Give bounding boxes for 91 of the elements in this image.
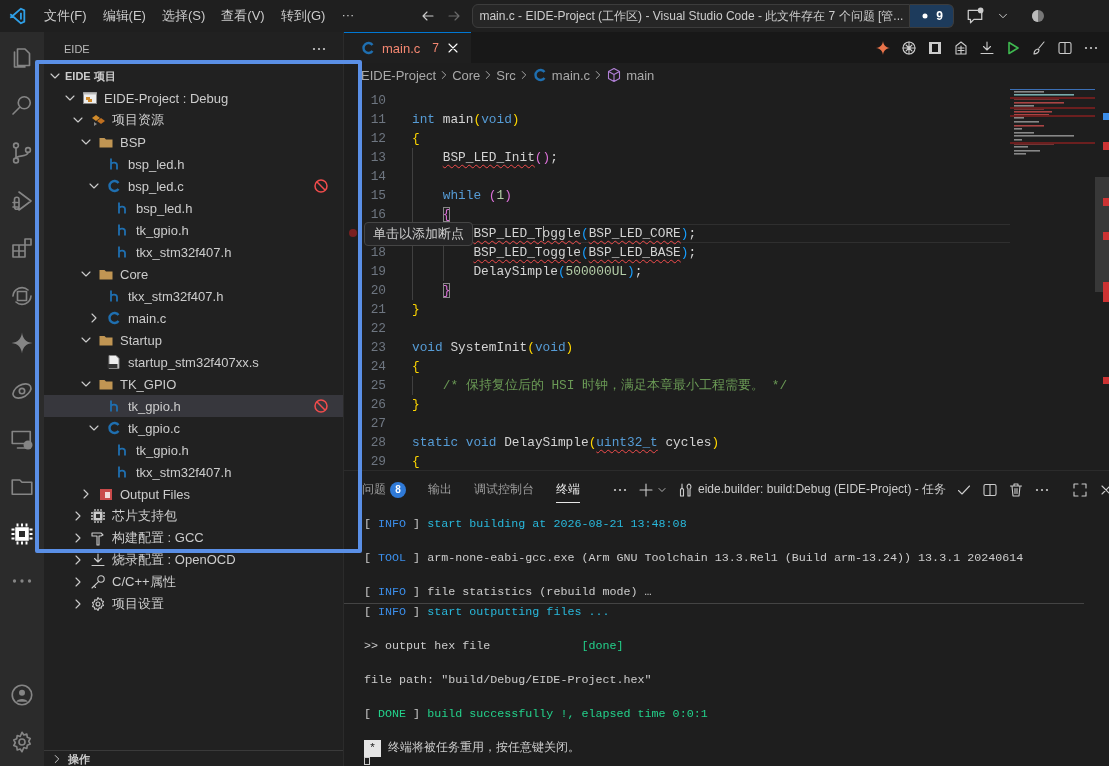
menu-item[interactable]: 编辑(E) xyxy=(94,5,154,27)
tree-item[interactable]: 项目资源 xyxy=(44,109,343,131)
menu-item[interactable]: 转到(G) xyxy=(272,5,334,27)
code-line: } xyxy=(412,396,420,414)
line-number: 10 xyxy=(369,93,386,108)
line-number: 26 xyxy=(369,397,386,412)
menu-item[interactable]: 文件(F) xyxy=(36,5,95,27)
problems-badge[interactable]: 9 xyxy=(910,4,954,28)
breadcrumb-item[interactable]: main.c xyxy=(531,67,591,83)
section-header[interactable]: 操作 xyxy=(44,750,343,766)
breadcrumb-item[interactable]: Src xyxy=(496,67,516,83)
code-line: } xyxy=(412,301,420,319)
line-number: 18 xyxy=(369,245,386,260)
breadcrumb-item[interactable]: EIDE-Project xyxy=(361,67,437,83)
code-line: while (1) xyxy=(412,186,512,205)
tree-item[interactable]: tkx_stm32f407.h xyxy=(44,241,343,263)
line-number: 28 xyxy=(369,435,386,450)
line-number: 20 xyxy=(369,283,386,298)
panel-tab[interactable]: 终端 xyxy=(556,476,580,503)
line-number: 16 xyxy=(369,207,386,222)
code-line: DelaySimple(500000UL); xyxy=(412,262,643,281)
terminal-line: [ INFO ] start building at 2026-08-21 13:48:08 xyxy=(364,516,687,533)
count-badge: 8 xyxy=(390,481,406,498)
line-number: 22 xyxy=(369,321,386,336)
menu-item[interactable]: ··· xyxy=(333,5,363,27)
line-number: 27 xyxy=(369,416,386,431)
tree-item[interactable]: main.c xyxy=(44,307,343,329)
panel-tab[interactable]: 输出 xyxy=(428,477,452,502)
line-number: 24 xyxy=(369,359,386,374)
terminal-line: [ INFO ] start outputting files ... xyxy=(364,604,610,621)
tree-item[interactable]: Core xyxy=(44,263,343,285)
tree-item[interactable]: TK_GPIO xyxy=(44,373,343,395)
tree-item[interactable]: 项目设置 xyxy=(44,593,343,615)
line-number: 25 xyxy=(369,378,386,393)
sidebar-title: EIDE xyxy=(64,42,90,55)
terminal-line: [ INFO ] file statistics (rebuild mode) … xyxy=(364,584,652,601)
line-number: 12 xyxy=(369,131,386,146)
code-line: void SystemInit(void) xyxy=(412,339,574,357)
line-number: 19 xyxy=(369,264,386,279)
command-center[interactable]: main.c - EIDE-Project (工作区) - Visual Studio Code - 此文件存在 7 个问题 [管... xyxy=(472,4,911,28)
terminal-line: [ DONE ] build successfully !, elapsed time 0:0:1 xyxy=(364,706,708,723)
tab-label: main.c xyxy=(382,40,421,56)
hover-tooltip: 单击以添加断点 xyxy=(364,222,473,246)
prompt-badge: * xyxy=(364,740,381,757)
tree-item[interactable]: C/C++属性 xyxy=(44,571,343,593)
tree-item[interactable]: bsp_led.c xyxy=(44,175,343,197)
tree-item[interactable]: 芯片支持包 xyxy=(44,505,343,527)
tree-item[interactable]: Startup xyxy=(44,329,343,351)
line-number: 29 xyxy=(369,454,386,469)
task-label[interactable]: eide.builder: build:Debug (EIDE-Project) - 任务 xyxy=(698,481,947,498)
code-line: BSP_LED_Init(); xyxy=(412,148,558,167)
tree-item[interactable]: BSP xyxy=(44,131,343,153)
tree-item[interactable]: tk_gpio.c xyxy=(44,417,343,439)
editor-tab[interactable]: main.c 7 xyxy=(344,32,471,63)
problem-count: 7 xyxy=(432,41,439,55)
line-number: 13 xyxy=(369,150,386,165)
terminal-line: >> output hex file [done] xyxy=(364,638,624,655)
panel-tab[interactable]: 问题 8 xyxy=(362,477,406,502)
code-line: { xyxy=(412,453,420,470)
tree-item[interactable]: bsp_led.h xyxy=(44,197,343,219)
tree-item[interactable]: 构建配置 : GCC xyxy=(44,527,343,549)
menu-item[interactable]: 选择(S) xyxy=(153,5,214,27)
line-number: 21 xyxy=(369,302,386,317)
breadcrumb-item[interactable]: Core xyxy=(452,67,481,83)
panel-tab[interactable]: 调试控制台 xyxy=(474,477,534,502)
code-line: static void DelaySimple(uint32_t cycles) xyxy=(412,434,720,452)
tree-item[interactable]: tk_gpio.h xyxy=(44,219,343,241)
tree-item[interactable]: tkx_stm32f407.h xyxy=(44,285,343,307)
line-number: 11 xyxy=(369,112,386,127)
tree-item[interactable]: tk_gpio.h xyxy=(44,395,343,417)
tree-item[interactable]: startup_stm32f407xx.s xyxy=(44,351,343,373)
tree-item[interactable]: EIDE-Project : Debug xyxy=(44,87,343,109)
tree-item[interactable]: tk_gpio.h xyxy=(44,439,343,461)
code-line: } xyxy=(412,281,451,300)
code-line: /* 保持复位后的 HSI 时钟，满足本章最小工程需要。 */ xyxy=(412,376,788,395)
terminal-line: file path: "build/Debug/EIDE-Project.hex" xyxy=(364,672,652,689)
menu-item[interactable]: 查看(V) xyxy=(213,5,273,27)
line-number: 15 xyxy=(369,188,386,203)
tree-item[interactable]: 烧录配置 : OpenOCD xyxy=(44,549,343,571)
breadcrumb-item[interactable]: main xyxy=(606,67,655,83)
section-header[interactable]: EIDE 项目 xyxy=(44,65,343,87)
code-line: int main(void) xyxy=(412,111,520,129)
line-number: 23 xyxy=(369,340,386,355)
tree-item[interactable]: Output Files xyxy=(44,483,343,505)
terminal-line: [ TOOL ] arm-none-eabi-gcc.exe (Arm GNU Toolchain 13.3.Rel1 (Build arm-13.24)) 13.3.1 20240614 xyxy=(364,550,1024,567)
code-line: { xyxy=(412,358,420,376)
tree-item[interactable]: tkx_stm32f407.h xyxy=(44,461,343,483)
tree-item[interactable]: bsp_led.h xyxy=(44,153,343,175)
terminal-line: 终端将被任务重用，按任意键关闭。 xyxy=(387,740,581,757)
code-line: { xyxy=(412,130,420,148)
line-number: 14 xyxy=(369,169,386,184)
